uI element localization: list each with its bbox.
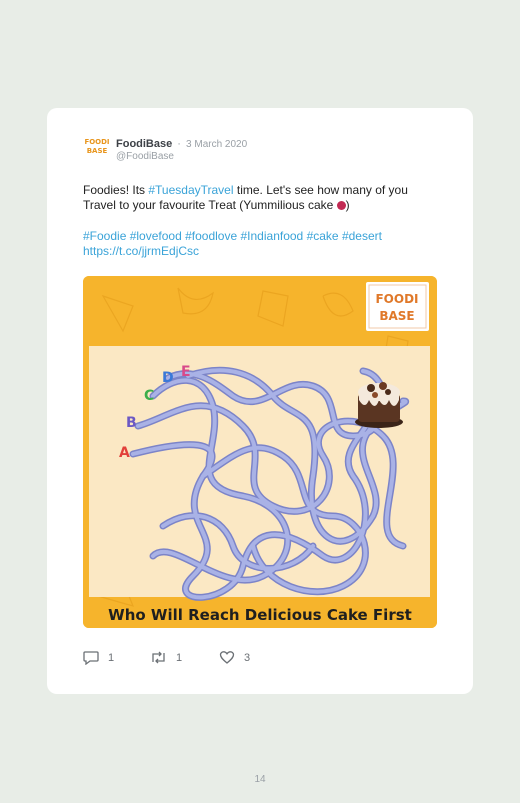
maze-label-a: A [119, 445, 130, 461]
tweet-link[interactable]: https://t.co/jjrmEdjCsc [83, 244, 199, 258]
tweet-text-part1: Foodies! Its [83, 183, 149, 197]
like-button[interactable]: 3 [219, 650, 250, 665]
reply-button[interactable]: 1 [83, 650, 114, 665]
like-count: 3 [244, 651, 251, 664]
hashtag-lovefood[interactable]: #lovefood [130, 229, 182, 243]
foodibase-avatar[interactable]: FOODI BASE [83, 138, 111, 164]
avatar-text-line1: FOODI [84, 138, 110, 146]
tweet-card: FOODI BASE FoodiBase · 3 March 2020 @Foo… [47, 108, 473, 694]
retweet-button[interactable]: 1 [150, 650, 182, 665]
tweet-author-line: FoodiBase · 3 March 2020 [116, 138, 247, 150]
retweet-icon [152, 651, 165, 664]
tweet-actions: 1 1 3 [83, 650, 383, 668]
heart-icon [219, 651, 235, 664]
author-name[interactable]: FoodiBase [116, 138, 172, 150]
maze-caption: Who Will Reach Delicious Cake First [108, 606, 412, 624]
hashtag-list: #Foodie #lovefood #foodlove #Indianfood … [83, 229, 433, 259]
maze-illustration: FOODI BASE A B C D E Who Will Reach Deli… [83, 276, 437, 628]
maze-label-b: B [126, 415, 137, 431]
cake-icon [355, 382, 403, 428]
tweet-text: Foodies! Its #TuesdayTravel time. Let's … [83, 183, 433, 213]
maze-label-e: E [181, 364, 191, 380]
retweet-count: 1 [176, 651, 183, 664]
author-handle[interactable]: @FoodiBase [116, 151, 174, 162]
tweet-text-part3: ) [345, 198, 350, 212]
hashtag-foodlove[interactable]: #foodlove [185, 229, 237, 243]
maze-label-d: D [162, 370, 174, 386]
hashtag-cake[interactable]: #cake [307, 229, 339, 243]
tweet-media-image[interactable]: FOODI BASE A B C D E Who Will Reach Deli… [83, 276, 437, 628]
avatar-text-line2: BASE [86, 147, 108, 155]
logo-line2: BASE [379, 309, 414, 323]
tongue-emoji-icon [336, 201, 346, 210]
separator-dot: · [177, 138, 181, 150]
logo-line1: FOODI [375, 292, 418, 306]
hashtag-foodie[interactable]: #Foodie [83, 229, 126, 243]
hashtag-desert[interactable]: #desert [342, 229, 382, 243]
hashtag-tuesdaytravel[interactable]: #TuesdayTravel [148, 183, 233, 197]
page-number: 14 [254, 774, 266, 785]
tweet-date[interactable]: 3 March 2020 [186, 139, 247, 150]
reply-icon [83, 651, 99, 665]
maze-label-c: C [144, 388, 154, 404]
reply-count: 1 [108, 651, 115, 664]
hashtag-indianfood[interactable]: #Indianfood [241, 229, 304, 243]
